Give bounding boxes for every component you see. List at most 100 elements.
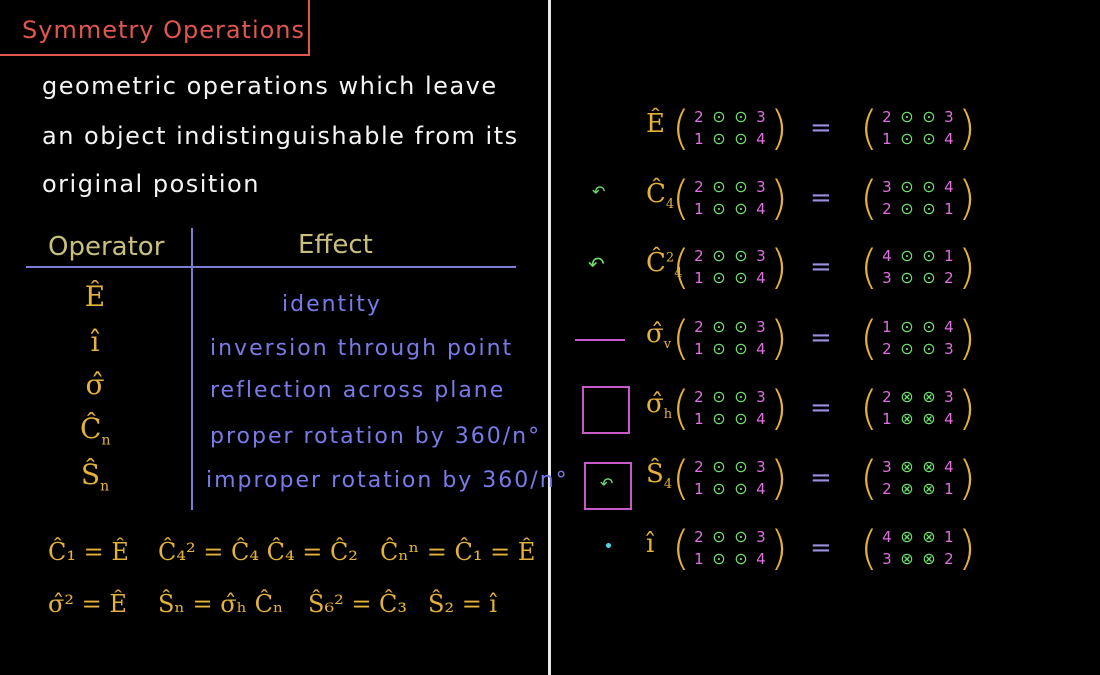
right-paren: ) bbox=[957, 311, 976, 365]
right-paren: ) bbox=[769, 311, 788, 365]
axis-marker: ⊗ bbox=[900, 549, 914, 568]
operand-matrix-wrap: (2 ⊙ ⊙ 3 1 ⊙ ⊙ 4) bbox=[672, 525, 788, 571]
axis-marker: ⊙ bbox=[734, 457, 748, 476]
page-title: Symmetry Operations bbox=[22, 16, 306, 44]
operation-symbol: σ̂v bbox=[646, 319, 672, 353]
result-matrix: (4 ⊗ ⊗ 1 3 ⊗ ⊗ 2) bbox=[860, 525, 976, 571]
axis-marker: ⊙ bbox=[734, 387, 748, 406]
vertex-number: 4 bbox=[756, 480, 766, 498]
board-divider bbox=[548, 0, 551, 675]
effect-reflection: reflection across plane bbox=[210, 378, 506, 403]
right-paren: ) bbox=[957, 240, 976, 294]
left-paren: ( bbox=[860, 101, 878, 155]
vertex-number: 1 bbox=[944, 200, 954, 218]
axis-marker: ⊙ bbox=[900, 317, 914, 336]
vertex-number: 2 bbox=[882, 388, 892, 406]
definition-line-1: geometric operations which leave bbox=[42, 72, 498, 100]
c4-squared-rotation-arrow-icon: ↶ bbox=[588, 252, 605, 276]
table-header-operator: Operator bbox=[48, 232, 165, 262]
operator-inversion: î bbox=[90, 325, 100, 358]
vertex-number: 2 bbox=[694, 318, 704, 336]
axis-marker: ⊙ bbox=[734, 246, 748, 265]
vertex-number: 2 bbox=[694, 458, 704, 476]
left-paren: ( bbox=[672, 381, 690, 435]
left-paren: ( bbox=[860, 311, 878, 365]
operand-matrix: (2 ⊙ ⊙ 3 1 ⊙ ⊙ 4) bbox=[672, 455, 788, 501]
left-paren: ( bbox=[860, 381, 878, 435]
result-matrix: (2 ⊗ ⊗ 3 1 ⊗ ⊗ 4) bbox=[860, 385, 976, 431]
equals-sign: = bbox=[810, 323, 832, 353]
operator-improper-rotation: Ŝn bbox=[80, 458, 110, 495]
improper-rotation-plane-icon: ↶ bbox=[584, 462, 632, 510]
result-matrix: (4 ⊙ ⊙ 1 3 ⊙ ⊙ 2) bbox=[860, 244, 976, 290]
axis-marker: ⊙ bbox=[712, 387, 726, 406]
axis-marker: ⊙ bbox=[712, 199, 726, 218]
axis-marker: ⊗ bbox=[922, 409, 936, 428]
right-paren: ) bbox=[957, 451, 976, 505]
vertex-number: 2 bbox=[694, 528, 704, 546]
left-paren: ( bbox=[672, 451, 690, 505]
operator-identity: Ê bbox=[84, 280, 106, 313]
axis-marker: ⊙ bbox=[712, 549, 726, 568]
operator-proper-rotation: Ĉn bbox=[80, 412, 111, 449]
axis-marker: ⊙ bbox=[900, 339, 914, 358]
axis-marker: ⊙ bbox=[922, 107, 936, 126]
axis-marker: ⊙ bbox=[712, 479, 726, 498]
result-matrix-wrap: (2 ⊗ ⊗ 3 1 ⊗ ⊗ 4) bbox=[860, 385, 976, 431]
operand-matrix: (2 ⊙ ⊙ 3 1 ⊙ ⊙ 4) bbox=[672, 315, 788, 361]
vertex-number: 4 bbox=[944, 458, 954, 476]
result-matrix: (2 ⊙ ⊙ 3 1 ⊙ ⊙ 4) bbox=[860, 105, 976, 151]
left-paren: ( bbox=[672, 101, 690, 155]
vertex-number: 1 bbox=[882, 130, 892, 148]
operand-matrix: (2 ⊙ ⊙ 3 1 ⊙ ⊙ 4) bbox=[672, 385, 788, 431]
axis-marker: ⊙ bbox=[922, 317, 936, 336]
result-matrix-wrap: (4 ⊗ ⊗ 1 3 ⊗ ⊗ 2) bbox=[860, 525, 976, 571]
effect-identity: identity bbox=[282, 292, 382, 317]
axis-marker: ⊗ bbox=[900, 527, 914, 546]
c4-rotation-arrow-icon: ↶ bbox=[592, 182, 606, 201]
vertex-number: 4 bbox=[756, 269, 766, 287]
axis-marker: ⊙ bbox=[734, 268, 748, 287]
right-paren: ) bbox=[769, 240, 788, 294]
axis-marker: ⊙ bbox=[922, 246, 936, 265]
equals-sign: = bbox=[810, 533, 832, 563]
vertex-number: 2 bbox=[694, 178, 704, 196]
axis-marker: ⊙ bbox=[900, 129, 914, 148]
vertex-number: 1 bbox=[694, 130, 704, 148]
left-paren: ( bbox=[672, 171, 690, 225]
axis-marker: ⊙ bbox=[734, 199, 748, 218]
relation-sn: Ŝₙ = σ̂ₕ Ĉₙ bbox=[158, 590, 284, 618]
vertex-number: 3 bbox=[882, 269, 892, 287]
equals-sign: = bbox=[810, 183, 832, 213]
axis-marker: ⊙ bbox=[712, 457, 726, 476]
left-paren: ( bbox=[672, 311, 690, 365]
axis-marker: ⊙ bbox=[712, 268, 726, 287]
axis-marker: ⊙ bbox=[712, 129, 726, 148]
relation-cn-n: Ĉₙⁿ = Ĉ₁ = Ê bbox=[380, 538, 536, 566]
relation-c1: Ĉ₁ = Ê bbox=[48, 538, 129, 566]
right-paren: ) bbox=[957, 101, 976, 155]
left-paren: ( bbox=[860, 240, 878, 294]
left-paren: ( bbox=[860, 451, 878, 505]
operand-matrix-wrap: (2 ⊙ ⊙ 3 1 ⊙ ⊙ 4) bbox=[672, 175, 788, 221]
axis-marker: ⊗ bbox=[922, 549, 936, 568]
axis-marker: ⊙ bbox=[734, 317, 748, 336]
vertex-number: 3 bbox=[756, 528, 766, 546]
relation-c4-squared: Ĉ₄² = Ĉ₄ Ĉ₄ = Ĉ₂ bbox=[158, 538, 358, 566]
result-matrix-wrap: (3 ⊙ ⊙ 4 2 ⊙ ⊙ 1) bbox=[860, 175, 976, 221]
operation-symbol: Ê bbox=[646, 109, 665, 139]
vertex-number: 4 bbox=[756, 130, 766, 148]
operand-matrix-wrap: (2 ⊙ ⊙ 3 1 ⊙ ⊙ 4) bbox=[672, 455, 788, 501]
vertex-number: 3 bbox=[756, 388, 766, 406]
result-matrix-wrap: (2 ⊙ ⊙ 3 1 ⊙ ⊙ 4) bbox=[860, 105, 976, 151]
operand-matrix: (2 ⊙ ⊙ 3 1 ⊙ ⊙ 4) bbox=[672, 244, 788, 290]
result-matrix: (3 ⊗ ⊗ 4 2 ⊗ ⊗ 1) bbox=[860, 455, 976, 501]
vertex-number: 3 bbox=[756, 108, 766, 126]
vertex-number: 2 bbox=[882, 108, 892, 126]
table-header-rule bbox=[26, 266, 516, 268]
vertex-number: 2 bbox=[694, 247, 704, 265]
left-paren: ( bbox=[860, 171, 878, 225]
axis-marker: ⊗ bbox=[922, 387, 936, 406]
vertex-number: 3 bbox=[756, 178, 766, 196]
right-paren: ) bbox=[769, 451, 788, 505]
